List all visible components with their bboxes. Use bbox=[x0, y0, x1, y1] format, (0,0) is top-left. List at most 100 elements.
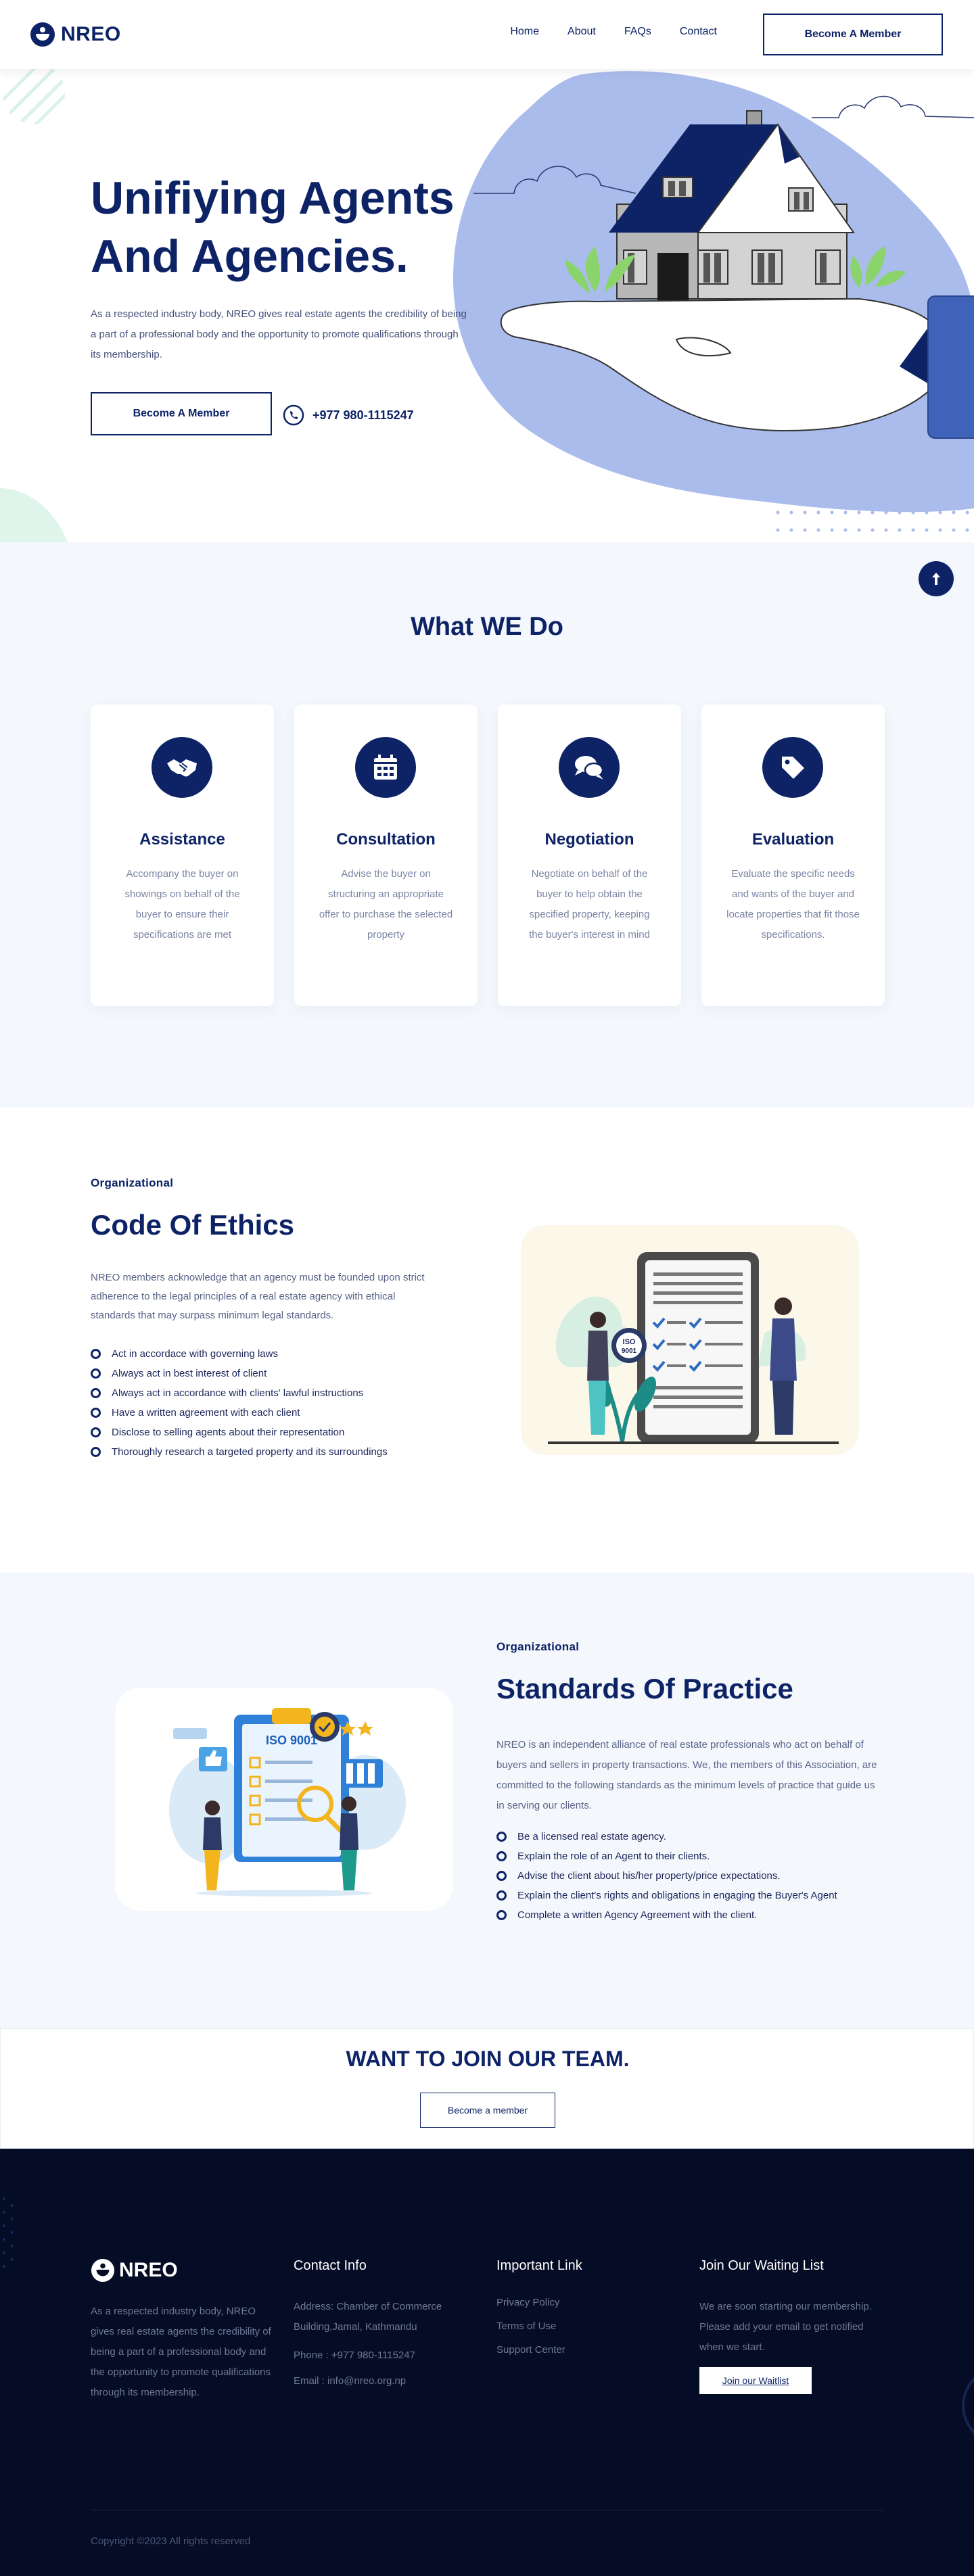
stripes-decoration bbox=[3, 69, 65, 124]
service-card: Evaluation Evaluate the specific needs a… bbox=[701, 705, 885, 1006]
list-item-text: Disclose to selling agents about their r… bbox=[112, 1427, 345, 1438]
list-item: Always act in best interest of client bbox=[91, 1364, 388, 1383]
join-waitlist-button[interactable]: Join our Waitlist bbox=[699, 2367, 812, 2394]
hero-title-line-1: Unifiying Agents bbox=[91, 172, 455, 224]
footer-address: Address: Chamber of Commerce Building,Ja… bbox=[294, 2301, 442, 2333]
card-text: Accompany the buyer on showings on behal… bbox=[124, 868, 240, 940]
footer-waitlist-heading: Join Our Waiting List bbox=[699, 2258, 824, 2273]
join-become-member-button[interactable]: Become a member bbox=[420, 2093, 555, 2128]
list-item: Be a licensed real estate agency. bbox=[496, 1827, 837, 1846]
what-we-do-section: What WE Do Assistance Accompany the buye… bbox=[0, 542, 974, 1107]
calendar-icon bbox=[374, 755, 397, 780]
logo-icon bbox=[30, 22, 55, 47]
footer-link-terms[interactable]: Terms of Use bbox=[496, 2320, 659, 2332]
card-text: Advise the buyer on structuring an appro… bbox=[319, 868, 453, 940]
list-item-text: Explain the client's rights and obligati… bbox=[517, 1890, 837, 1901]
sleeve-shape bbox=[927, 295, 974, 439]
footer-waitlist-text: We are soon starting our membership. Ple… bbox=[699, 2301, 872, 2353]
hero-title-line-2: And Agencies. bbox=[91, 231, 409, 282]
brand-name: NREO bbox=[61, 23, 121, 45]
list-item: Have a written agreement with each clien… bbox=[91, 1403, 388, 1423]
list-item-text: Advise the client about his/her property… bbox=[517, 1870, 781, 1882]
bullet-ring-icon bbox=[91, 1349, 101, 1359]
ethics-title: Code Of Ethics bbox=[91, 1209, 295, 1241]
phone-icon bbox=[283, 404, 304, 426]
footer-link-privacy[interactable]: Privacy Policy bbox=[496, 2297, 659, 2308]
footer-logo[interactable]: NREO bbox=[91, 2258, 275, 2283]
ethics-eyebrow: Organizational bbox=[91, 1176, 174, 1189]
service-cards: Assistance Accompany the buyer on showin… bbox=[91, 705, 885, 1006]
logo-icon bbox=[91, 2258, 115, 2283]
ethics-list: Act in accordace with governing laws Alw… bbox=[91, 1344, 388, 1462]
bullet-ring-icon bbox=[496, 1851, 507, 1861]
hero-phone[interactable]: +977 980-1115247 bbox=[283, 404, 414, 426]
nav-about[interactable]: About bbox=[567, 26, 596, 38]
copyright-text: Copyright ©2023 All rights reserved bbox=[91, 2535, 251, 2547]
footer-link-support[interactable]: Support Center bbox=[496, 2344, 659, 2356]
list-item-text: Have a written agreement with each clien… bbox=[112, 1407, 300, 1418]
bullet-ring-icon bbox=[91, 1408, 101, 1418]
standards-description: NREO is an independent alliance of real … bbox=[496, 1739, 877, 1811]
bullet-ring-icon bbox=[91, 1427, 101, 1437]
list-item-text: Explain the role of an Agent to their cl… bbox=[517, 1851, 710, 1862]
list-item-text: Thoroughly research a targeted property … bbox=[112, 1446, 388, 1458]
footer-contact-heading: Contact Info bbox=[294, 2258, 367, 2273]
bullet-ring-icon bbox=[496, 1890, 507, 1901]
main-nav: Home About FAQs Contact bbox=[510, 26, 717, 38]
card-icon-badge bbox=[559, 737, 620, 798]
iso-badge-number: 9001 bbox=[622, 1347, 637, 1355]
section-title: What WE Do bbox=[411, 613, 563, 641]
nav-home[interactable]: Home bbox=[510, 26, 539, 38]
list-item: Explain the role of an Agent to their cl… bbox=[496, 1846, 837, 1866]
footer-about-column: NREO As a respected industry body, NREO … bbox=[91, 2258, 275, 2403]
code-of-ethics-section: Organizational Code Of Ethics NREO membe… bbox=[0, 1107, 974, 1573]
arrow-up-icon bbox=[932, 573, 940, 585]
nav-contact[interactable]: Contact bbox=[680, 26, 717, 38]
standards-of-practice-section: ISO 9001 Organizational Standards Of Pra… bbox=[0, 1573, 974, 2028]
chat-icon bbox=[575, 756, 604, 780]
standards-list: Be a licensed real estate agency. Explai… bbox=[496, 1827, 837, 1925]
card-title: Consultation bbox=[336, 830, 436, 849]
footer-phone[interactable]: Phone : +977 980-1115247 bbox=[294, 2345, 469, 2366]
bullet-ring-icon bbox=[91, 1447, 101, 1457]
nav-faqs[interactable]: FAQs bbox=[624, 26, 651, 38]
brand-logo[interactable]: NREO bbox=[30, 22, 121, 47]
cloud-outline bbox=[812, 95, 974, 118]
join-title: WANT TO JOIN OUR TEAM. bbox=[346, 2047, 630, 2071]
list-item: Always act in accordance with clients' l… bbox=[91, 1383, 388, 1403]
bullet-ring-icon bbox=[91, 1368, 101, 1379]
footer-links-heading: Important Link bbox=[496, 2258, 582, 2273]
list-item: Advise the client about his/her property… bbox=[496, 1866, 837, 1886]
hero-become-member-button[interactable]: Become A Member bbox=[91, 392, 272, 435]
bullet-ring-icon bbox=[91, 1388, 101, 1398]
list-item: Act in accordace with governing laws bbox=[91, 1344, 388, 1364]
card-icon-badge bbox=[152, 737, 212, 798]
card-title: Evaluation bbox=[751, 830, 835, 849]
footer-links-column: Important Link Privacy Policy Terms of U… bbox=[496, 2258, 659, 2368]
card-title: Assistance bbox=[139, 830, 225, 849]
card-title: Negotiation bbox=[544, 830, 634, 849]
footer-about-text: As a respected industry body, NREO gives… bbox=[91, 2306, 271, 2398]
site-header: NREO Home About FAQs Contact Become A Me… bbox=[0, 0, 974, 69]
join-team-section: WANT TO JOIN OUR TEAM. Become a member bbox=[0, 2028, 974, 2149]
footer-email[interactable]: Email : info@nreo.org.np bbox=[294, 2371, 469, 2391]
site-footer: NREO As a respected industry body, NREO … bbox=[0, 2149, 974, 2576]
scroll-to-top-button[interactable] bbox=[919, 561, 954, 596]
footer-contact-column: Contact Info Address: Chamber of Commerc… bbox=[294, 2258, 469, 2391]
list-item: Complete a written Agency Agreement with… bbox=[496, 1905, 837, 1925]
list-item-text: Act in accordace with governing laws bbox=[112, 1348, 278, 1360]
hero-description: As a respected industry body, NREO gives… bbox=[91, 308, 467, 360]
service-card: Negotiation Negotiate on behalf of the b… bbox=[498, 705, 681, 1006]
footer-brand-name: NREO bbox=[119, 2259, 178, 2281]
card-text: Evaluate the specific needs and wants of… bbox=[726, 868, 860, 940]
handshake-icon bbox=[167, 759, 197, 777]
service-card: Consultation Advise the buyer on structu… bbox=[294, 705, 478, 1006]
bullet-ring-icon bbox=[496, 1832, 507, 1842]
hero-title: Unifiying Agents And Agencies. bbox=[91, 169, 455, 285]
header-become-member-button[interactable]: Become A Member bbox=[763, 14, 943, 55]
list-item-text: Complete a written Agency Agreement with… bbox=[517, 1909, 758, 1921]
iso-badge-text: ISO bbox=[623, 1338, 636, 1346]
bullet-ring-icon bbox=[496, 1910, 507, 1920]
standards-eyebrow: Organizational bbox=[496, 1640, 580, 1653]
card-icon-badge bbox=[355, 737, 416, 798]
